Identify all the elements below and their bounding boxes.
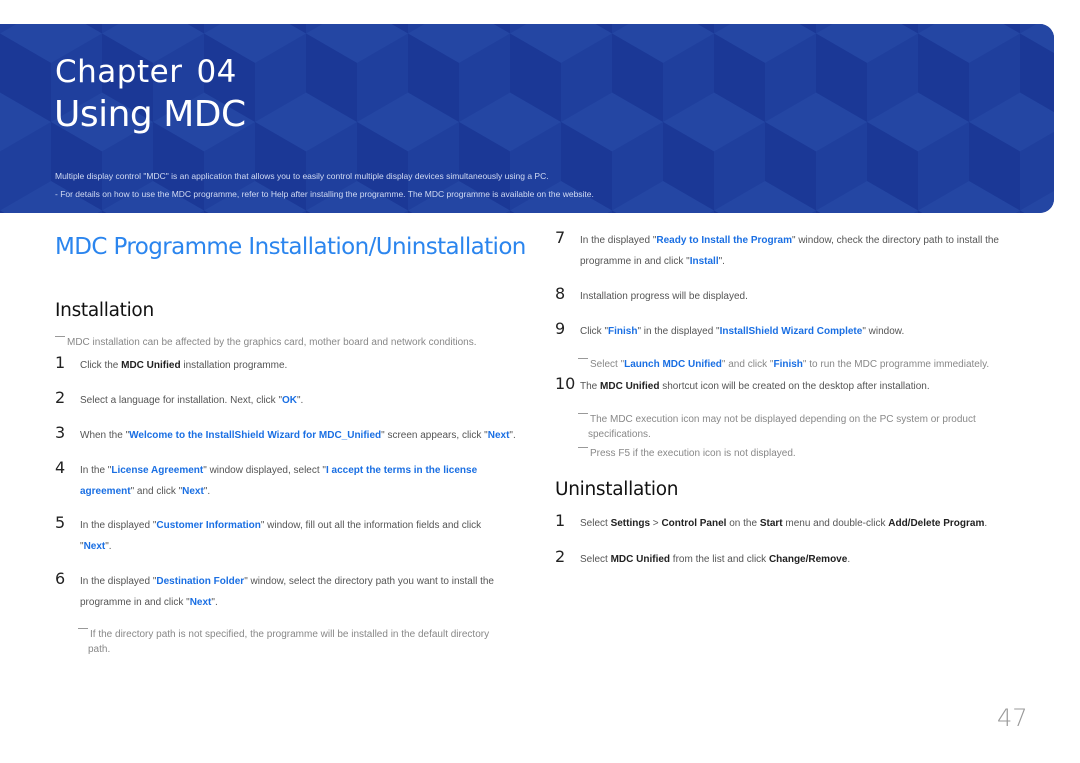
note-installation: MDC installation can be affected by the … — [55, 335, 477, 350]
section-title: MDC Programme Installation/Uninstallatio… — [55, 234, 526, 260]
note-step-9: Select "Launch MDC Unified" and click "F… — [578, 357, 1028, 372]
uninstall-step-1: 1 Select Settings > Control Panel on the… — [555, 511, 988, 530]
intro-text: Multiple display control "MDC" is an app… — [55, 171, 549, 181]
note-step-6: If the directory path is not specified, … — [78, 627, 518, 657]
install-step-6: 6 In the displayed "Destination Folder" … — [55, 569, 494, 608]
install-step-2: 2 Select a language for installation. Ne… — [55, 388, 304, 407]
uninstallation-heading: Uninstallation — [555, 479, 679, 500]
chapter-label: Chapter 04 — [55, 54, 237, 90]
note-dash-icon — [578, 413, 588, 414]
install-step-4: 4 In the "License Agreement" window disp… — [55, 458, 478, 497]
install-step-7: 7 In the displayed "Ready to Install the… — [555, 228, 999, 267]
chapter-number: 04 — [196, 54, 237, 90]
uninstall-step-2: 2 Select MDC Unified from the list and c… — [555, 547, 851, 566]
note-dash-icon — [55, 336, 65, 337]
chapter-banner: Chapter 04 Using MDC Multiple display con… — [0, 24, 1054, 213]
page-number: 47 — [997, 704, 1028, 732]
install-step-5: 5 In the displayed "Customer Information… — [55, 513, 482, 552]
note-dash-icon — [78, 628, 88, 629]
intro-note: - For details on how to use the MDC prog… — [55, 189, 594, 199]
chapter-title: Using MDC — [54, 94, 246, 135]
note-dash-icon — [578, 358, 588, 359]
install-step-1: 1 Click the MDC Unified installation pro… — [55, 353, 288, 372]
install-step-3: 3 When the "Welcome to the InstallShield… — [55, 423, 516, 442]
install-step-9: 9 Click "Finish" in the displayed "Insta… — [555, 319, 905, 338]
note-dash-icon — [578, 447, 588, 448]
installation-heading: Installation — [55, 300, 154, 321]
note-step-10a: The MDC execution icon may not be displa… — [578, 412, 1028, 442]
install-step-8: 8 Installation progress will be displaye… — [555, 284, 748, 303]
note-step-10b: Press F5 if the execution icon is not di… — [578, 446, 1028, 461]
install-step-10: 10 The MDC Unified shortcut icon will be… — [555, 374, 930, 393]
